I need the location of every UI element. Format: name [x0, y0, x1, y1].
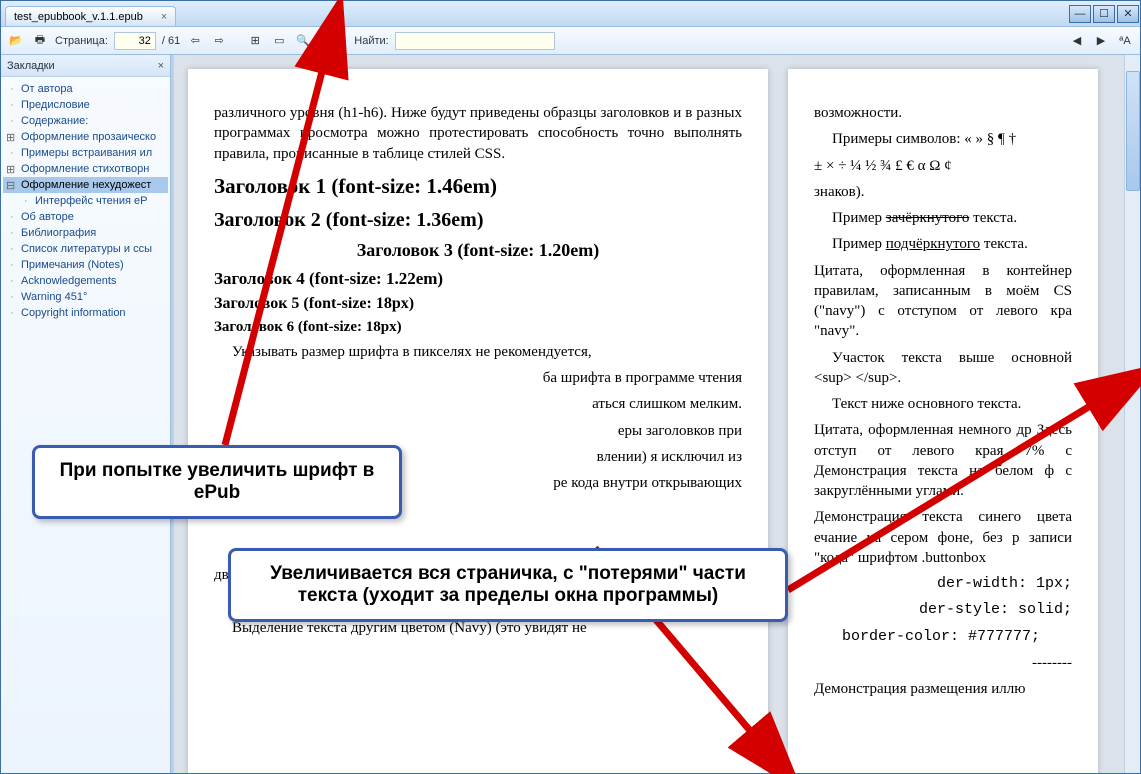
- annotation-callout-2: Увеличивается вся страничка, с "потерями…: [228, 548, 788, 622]
- find-prev-icon[interactable]: ◀: [1068, 32, 1086, 50]
- underline-sample: подчёркнутого: [886, 236, 980, 252]
- bookmark-item[interactable]: Об авторе: [3, 209, 168, 225]
- app-window: test_epubbook_v.1.1.epub × — ☐ ✕ 📂 🖶 Стр…: [0, 0, 1141, 774]
- bookmark-item[interactable]: Библиография: [3, 225, 168, 241]
- text: ± × ÷ ¼ ½ ¾ £ € α Ω ¢: [814, 156, 1072, 176]
- text-options-icon[interactable]: ªA: [1116, 32, 1134, 50]
- find-next-icon[interactable]: ▶: [1092, 32, 1110, 50]
- text: Цитата, оформленная в контейнер правилам…: [814, 261, 1072, 342]
- close-button[interactable]: ✕: [1117, 5, 1139, 23]
- strike-sample: зачёркнутого: [886, 210, 970, 226]
- bookmark-item[interactable]: Содержание:: [3, 113, 168, 129]
- page-total: / 61: [162, 35, 180, 47]
- fit-page-icon[interactable]: ▭: [270, 32, 288, 50]
- document-tab[interactable]: test_epubbook_v.1.1.epub ×: [5, 6, 176, 26]
- tab-title: test_epubbook_v.1.1.epub: [14, 11, 143, 23]
- text: Пример подчёркнутого текста.: [814, 234, 1072, 254]
- bookmark-item[interactable]: Acknowledgements: [3, 273, 168, 289]
- search-input[interactable]: [395, 32, 555, 50]
- text: Участок текста выше основной <sup> </sup…: [814, 348, 1072, 389]
- bookmark-item[interactable]: Оформление прозаическо: [3, 129, 168, 145]
- next-page-icon[interactable]: ⇨: [210, 32, 228, 50]
- zoom-out-icon[interactable]: 🔍: [294, 32, 312, 50]
- text: знаков).: [814, 182, 1072, 202]
- heading-6: Заголовок 6 (font-size: 18px): [214, 319, 742, 336]
- vertical-scrollbar[interactable]: [1124, 55, 1140, 773]
- bookmark-item[interactable]: Список литературы и ссы: [3, 241, 168, 257]
- sidebar: Закладки × От автораПредисловиеСодержани…: [1, 55, 171, 773]
- heading-1: Заголовок 1 (font-size: 1.46em): [214, 174, 742, 199]
- bookmark-item[interactable]: Copyright information: [3, 305, 168, 321]
- code: der-style: solid;: [814, 600, 1072, 620]
- text: Указывать размер шрифта в пикселях не ре…: [214, 342, 742, 362]
- find-label: Найти:: [354, 35, 388, 47]
- text: Демонстрация размещения иллю: [814, 679, 1072, 699]
- text: возможности.: [814, 103, 1072, 123]
- print-icon[interactable]: 🖶: [31, 32, 49, 50]
- bookmark-item[interactable]: Оформление стихотворн: [3, 161, 168, 177]
- heading-5: Заголовок 5 (font-size: 18px): [214, 295, 742, 313]
- text: аться слишком мелким.: [214, 394, 742, 414]
- annotation-callout-1: При попытке увеличить шрифт в ePub: [32, 445, 402, 519]
- text: Текст ниже основного текста.: [814, 394, 1072, 414]
- tab-close-icon[interactable]: ×: [161, 11, 167, 23]
- heading-4: Заголовок 4 (font-size: 1.22em): [214, 269, 742, 289]
- sidebar-close-icon[interactable]: ×: [158, 60, 164, 72]
- code: der-width: 1px;: [814, 574, 1072, 594]
- text: еры заголовков при: [214, 421, 742, 441]
- bookmark-item[interactable]: Warning 451°: [3, 289, 168, 305]
- scrollbar-thumb[interactable]: [1126, 71, 1140, 191]
- text: различного уровня (h1-h6). Ниже будут пр…: [214, 103, 742, 164]
- bookmark-item[interactable]: Интерфейс чтения eP: [17, 193, 168, 209]
- viewer: различного уровня (h1-h6). Ниже будут пр…: [174, 55, 1140, 773]
- bookmark-item[interactable]: Предисловие: [3, 97, 168, 113]
- bookmark-item[interactable]: От автора: [3, 81, 168, 97]
- maximize-button[interactable]: ☐: [1093, 5, 1115, 23]
- toolbar: 📂 🖶 Страница: / 61 ⇦ ⇨ ⊞ ▭ 🔍 🔎 Найти: ◀ …: [1, 27, 1140, 55]
- heading-3: Заголовок 3 (font-size: 1.20em): [214, 240, 742, 261]
- prev-page-icon[interactable]: ⇦: [186, 32, 204, 50]
- page-left: различного уровня (h1-h6). Ниже будут пр…: [188, 69, 768, 773]
- titlebar: test_epubbook_v.1.1.epub × — ☐ ✕: [1, 1, 1140, 27]
- bookmark-tree: От автораПредисловиеСодержание:Оформлени…: [1, 77, 170, 325]
- text: Примеры символов: « » § ¶ †: [814, 129, 1072, 149]
- sidebar-header: Закладки ×: [1, 55, 170, 77]
- heading-2: Заголовок 2 (font-size: 1.36em): [214, 209, 742, 232]
- page-number-input[interactable]: [114, 32, 156, 50]
- sidebar-title: Закладки: [7, 60, 55, 72]
- bookmark-item[interactable]: Оформление нехудожест: [3, 177, 168, 193]
- text: Демонстрация текста синего цвета ечание …: [814, 507, 1072, 568]
- text: ба шрифта в программе чтения: [214, 368, 742, 388]
- bookmark-item[interactable]: Примечания (Notes): [3, 257, 168, 273]
- zoom-in-icon[interactable]: 🔎: [318, 32, 336, 50]
- minimize-button[interactable]: —: [1069, 5, 1091, 23]
- page-right: возможности. Примеры символов: « » § ¶ †…: [788, 69, 1098, 773]
- code: border-color: #777777;: [814, 627, 1072, 647]
- text: Пример зачёркнутого текста.: [814, 208, 1072, 228]
- text: Цитата, оформленная немного др Здесь отс…: [814, 420, 1072, 501]
- page-label: Страница:: [55, 35, 108, 47]
- content-area: Закладки × От автораПредисловиеСодержани…: [1, 55, 1140, 773]
- bookmark-item[interactable]: Примеры встраивания ил: [3, 145, 168, 161]
- fit-width-icon[interactable]: ⊞: [246, 32, 264, 50]
- open-icon[interactable]: 📂: [7, 32, 25, 50]
- text: --------: [814, 653, 1072, 673]
